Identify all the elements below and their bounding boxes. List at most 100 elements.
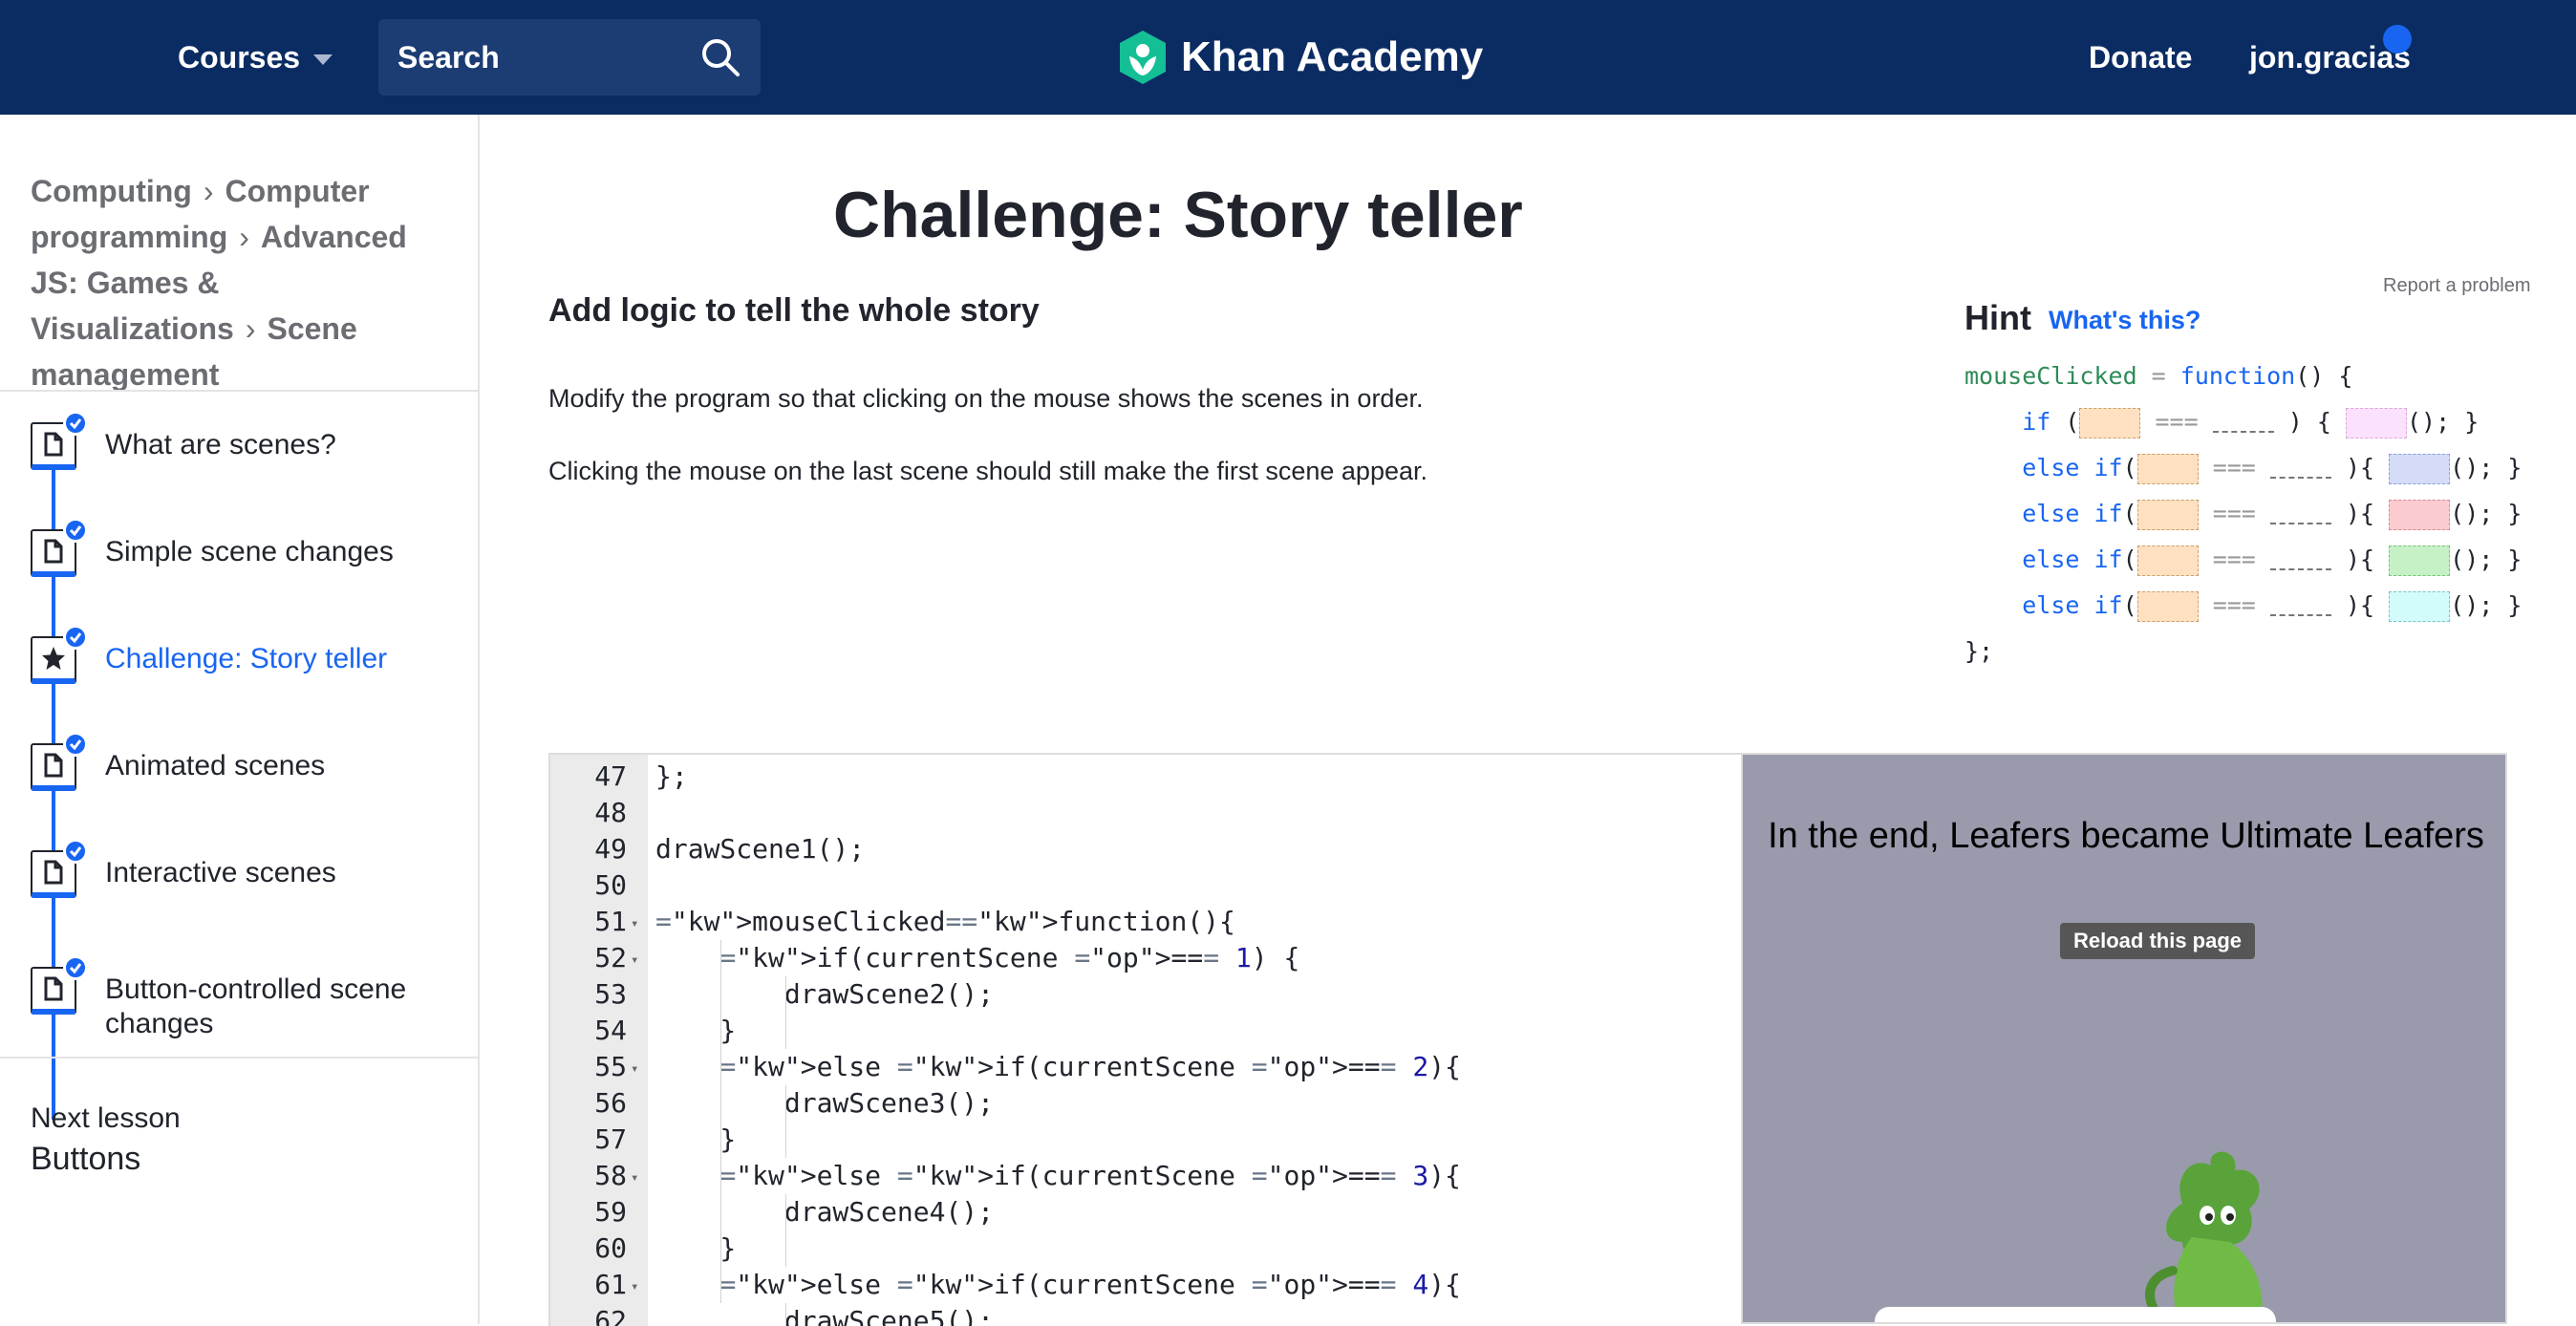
code-line[interactable]: ="kw">mouseClicked=="kw">function(){	[655, 904, 1235, 940]
completed-check-icon	[63, 955, 88, 980]
lesson-sidebar: Computing › Computer programming › Advanced …	[0, 115, 480, 1324]
next-lesson-link[interactable]: Buttons	[31, 1141, 140, 1178]
instruction-text: Clicking the mouse on the last scene sho…	[548, 457, 1428, 485]
code-line[interactable]: }	[655, 1122, 736, 1158]
fold-toggle-icon[interactable]: ▾	[631, 1269, 644, 1305]
canvas-overlay-bar	[1875, 1307, 2276, 1322]
completed-check-icon	[63, 518, 88, 543]
code-line[interactable]: }	[655, 1013, 736, 1049]
completed-check-icon	[63, 625, 88, 650]
hint-token: };	[1964, 637, 1994, 665]
line-number: 49	[594, 833, 627, 865]
whats-this-link[interactable]: What's this?	[2049, 306, 2200, 335]
hint-blank-cyan	[2389, 591, 2451, 622]
line-number: 47	[594, 760, 627, 792]
sidebar-item-animated-scenes[interactable]: Animated scenes	[31, 732, 470, 829]
hint-blank-orange	[2136, 454, 2199, 484]
sidebar-item-label: Simple scene changes	[105, 536, 394, 567]
hint-blank-red	[2389, 500, 2451, 530]
breadcrumb: Computing › Computer programming › Advanced …	[31, 168, 451, 397]
hint-token: ===	[2212, 591, 2256, 619]
code-line[interactable]: drawScene5();	[655, 1303, 994, 1326]
hint-blank-line	[2269, 551, 2331, 570]
reload-page-button[interactable]: Reload this page	[2060, 923, 2256, 959]
search-icon[interactable]	[698, 34, 743, 80]
hint-blank-orange	[2136, 500, 2199, 530]
search-input[interactable]	[397, 38, 684, 76]
completed-check-icon	[63, 411, 88, 436]
hint-token: ===	[2212, 454, 2256, 481]
hint-token: () {	[2295, 362, 2353, 390]
notification-dot[interactable]	[2383, 25, 2412, 53]
line-number: 48	[594, 797, 627, 828]
scene-text: In the end, Leafers became Ultimate Leaf…	[1768, 816, 2484, 856]
donate-link[interactable]: Donate	[2089, 34, 2192, 80]
completed-check-icon	[63, 732, 88, 757]
sidebar-item-simple-scene-changes[interactable]: Simple scene changes	[31, 518, 470, 615]
hint-token: ===	[2212, 545, 2256, 573]
code-line[interactable]: drawScene4();	[655, 1194, 994, 1230]
step-title: Add logic to tell the whole story	[548, 292, 1040, 329]
hint-title: Hint	[1964, 298, 2031, 337]
sidebar-item-label: Challenge: Story teller	[105, 643, 388, 674]
code-line[interactable]: ="kw">else ="kw">if(currentScene ="op">=…	[655, 1158, 1460, 1194]
indent-guide	[785, 1303, 786, 1326]
line-number: 61	[594, 1269, 627, 1300]
sidebar-item-what-are-scenes[interactable]: What are scenes?	[31, 411, 470, 508]
sidebar-item-challenge-story-teller[interactable]: Challenge: Story teller	[31, 625, 470, 722]
breadcrumb-separator-icon: ›	[239, 220, 249, 254]
hint-token: function	[2179, 362, 2296, 390]
line-number: 57	[594, 1123, 627, 1155]
page-title: Challenge: Story teller	[833, 179, 1523, 251]
hint-blank-blue	[2389, 454, 2451, 484]
hint-blank-line	[2212, 414, 2274, 433]
line-number: 62	[594, 1305, 627, 1326]
breadcrumb-computing[interactable]: Computing	[31, 174, 192, 208]
hint-token: if	[2022, 408, 2051, 436]
line-number: 50	[594, 869, 627, 901]
code-line[interactable]: ="kw">else ="kw">if(currentScene ="op">=…	[655, 1267, 1460, 1303]
courses-label: Courses	[178, 39, 301, 75]
hint-token: ();	[2450, 500, 2494, 527]
sidebar-item-interactive-scenes[interactable]: Interactive scenes	[31, 839, 470, 936]
code-line[interactable]: drawScene3();	[655, 1085, 994, 1122]
line-number: 52	[594, 942, 627, 973]
line-number: 55	[594, 1051, 627, 1082]
breadcrumb-separator-icon: ›	[245, 311, 256, 346]
program-output-canvas[interactable]: In the end, Leafers became Ultimate Leaf…	[1741, 753, 2507, 1324]
line-number: 58	[594, 1160, 627, 1191]
hint-token: else if	[2022, 591, 2123, 619]
fold-toggle-icon[interactable]: ▾	[631, 1051, 644, 1087]
search-box	[378, 19, 761, 96]
code-line[interactable]: ="kw">if(currentScene ="op">=== 1) {	[655, 940, 1299, 976]
hint-blank-orange	[2079, 408, 2141, 438]
code-line[interactable]: }	[655, 1230, 736, 1267]
khan-academy-logo[interactable]: Khan Academy	[1118, 27, 1483, 88]
hint-blank-green	[2389, 545, 2451, 576]
code-line[interactable]: drawScene1();	[655, 831, 865, 867]
line-number: 51	[594, 906, 627, 937]
fold-toggle-icon[interactable]: ▾	[631, 906, 644, 942]
fold-toggle-icon[interactable]: ▾	[631, 942, 644, 978]
sidebar-divider	[0, 1057, 478, 1059]
hint-token: ===	[2212, 500, 2256, 527]
line-number: 59	[594, 1196, 627, 1228]
hint-token: ();	[2450, 454, 2494, 481]
indent-guide	[720, 940, 721, 1303]
hint-token: ();	[2450, 591, 2494, 619]
sidebar-item-button-controlled-scene-changes[interactable]: Button-controlled scene changes	[31, 955, 470, 1053]
next-lesson-label: Next lesson	[31, 1102, 181, 1134]
code-line[interactable]: };	[655, 759, 688, 795]
sidebar-item-label: Interactive scenes	[105, 857, 336, 888]
code-line[interactable]: drawScene2();	[655, 976, 994, 1013]
courses-menu-button[interactable]: Courses	[178, 34, 333, 80]
sidebar-item-label: Button-controlled scene changes	[105, 973, 407, 1039]
report-problem-link[interactable]: Report a problem	[2383, 275, 2531, 297]
code-line[interactable]: ="kw">else ="kw">if(currentScene ="op">=…	[655, 1049, 1460, 1085]
hint-blank-line	[2269, 505, 2331, 524]
hint-token: mouseClicked	[1964, 362, 2137, 390]
fold-toggle-icon[interactable]: ▾	[631, 1160, 644, 1196]
code-editor[interactable]: 47}; 48 49 drawScene1(); 50 51 ▾ ="kw">mouseCli…	[548, 753, 1745, 1326]
hint-blank-orange	[2136, 591, 2199, 622]
sidebar-item-label: Animated scenes	[105, 750, 326, 781]
